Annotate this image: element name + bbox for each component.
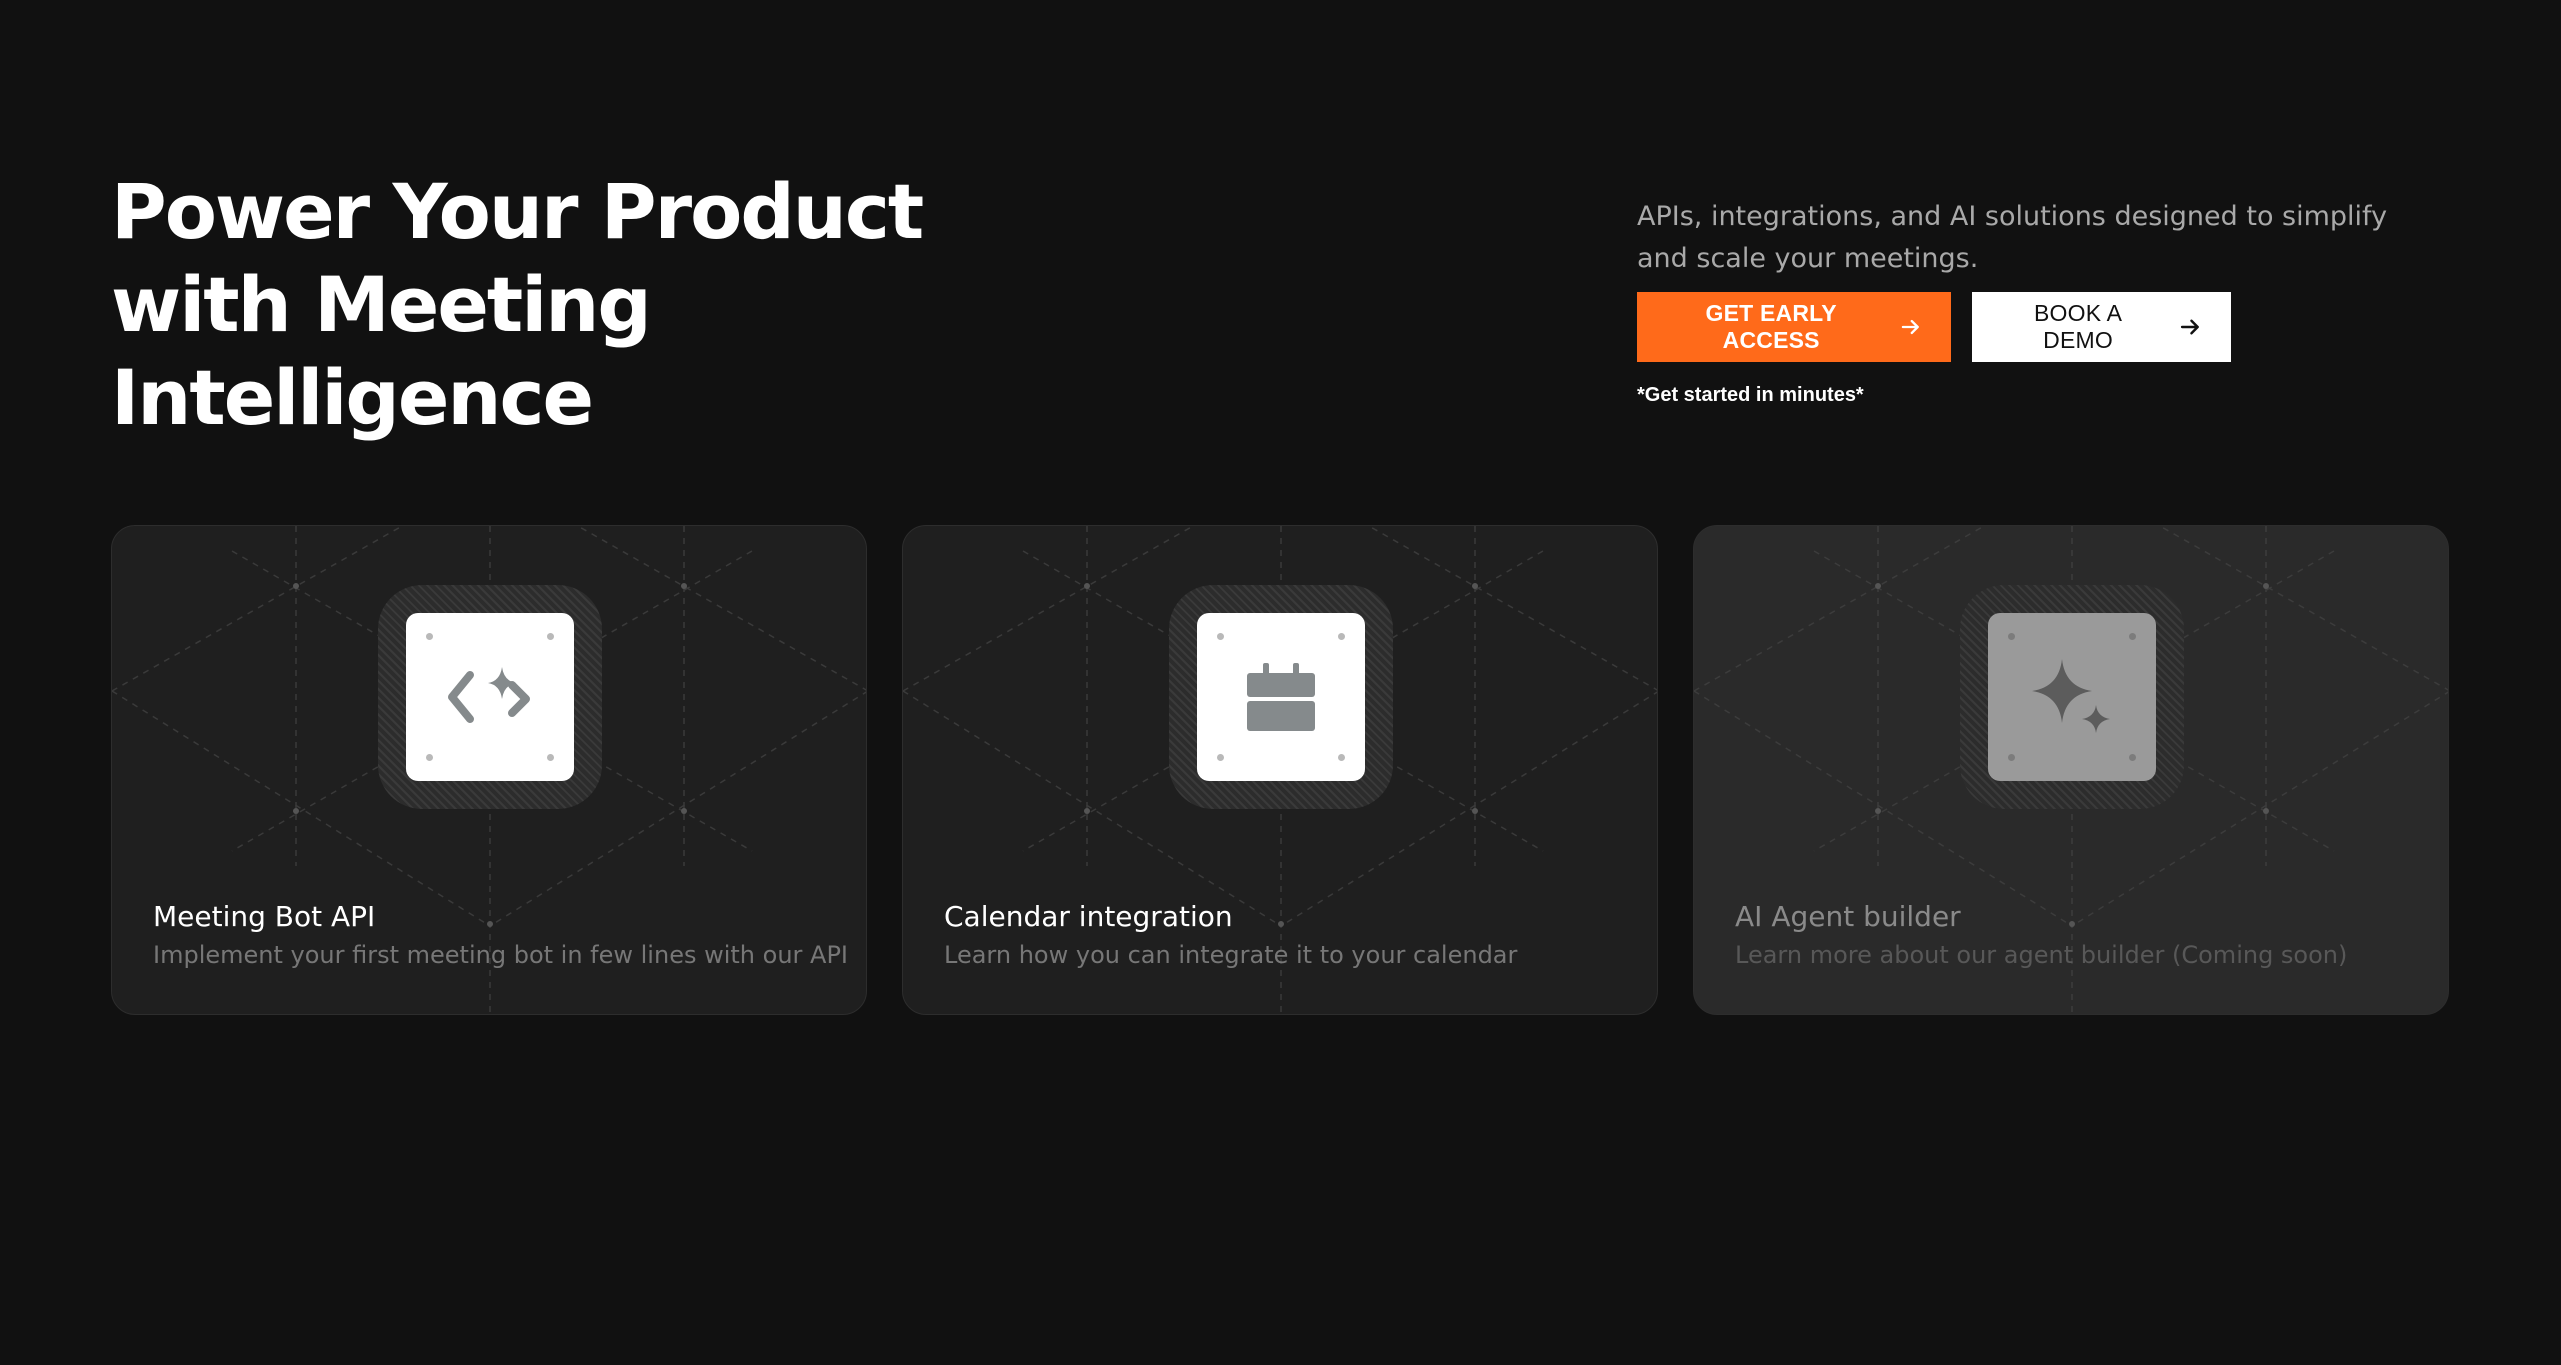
hero-subtitle: APIs, integrations, and AI solutions des… — [1637, 201, 2388, 274]
sparkles-icon — [2032, 659, 2110, 733]
tile-dot — [2129, 754, 2136, 761]
tile-dot — [1338, 754, 1345, 761]
tile-dot — [2008, 754, 2015, 761]
card-description: Learn more about our agent builder (Comi… — [1735, 941, 2348, 969]
tile-dot — [1217, 754, 1224, 761]
icon-frame — [1169, 585, 1393, 809]
tile-dot — [1217, 633, 1224, 640]
arrow-right-icon — [1902, 319, 1920, 335]
icon-frame — [1960, 585, 2184, 809]
arrow-right-icon — [2181, 319, 2200, 335]
card-meeting-bot-api[interactable]: Meeting Bot API Implement your first mee… — [111, 525, 867, 1015]
tile-dot — [2008, 633, 2015, 640]
hero-title-line: Intelligence — [111, 353, 594, 442]
icon-tile — [406, 613, 574, 781]
hero-title-line: with Meeting — [111, 260, 652, 349]
get-early-access-label: GET EARLY ACCESS — [1705, 300, 1837, 353]
calendar-icon — [1247, 663, 1315, 731]
tile-dot — [547, 633, 554, 640]
icon-tile — [1197, 613, 1365, 781]
card-description: Implement your first meeting bot in few … — [153, 941, 848, 969]
button-row: GET EARLY ACCESS BOOK A DEMO — [1637, 292, 2457, 362]
book-a-demo-label: BOOK A DEMO — [2034, 300, 2123, 353]
icon-tile — [1988, 613, 2156, 781]
get-early-access-button[interactable]: GET EARLY ACCESS — [1637, 292, 1951, 362]
hero-title-line: Power Your Product — [111, 167, 924, 256]
code-sparkle-icon — [448, 667, 530, 723]
hero-title: Power Your Product with Meeting Intellig… — [111, 165, 924, 444]
book-a-demo-button[interactable]: BOOK A DEMO — [1972, 292, 2231, 362]
card-title: Meeting Bot API — [153, 900, 376, 933]
tile-dot — [1338, 633, 1345, 640]
tile-dot — [547, 754, 554, 761]
card-calendar-integration[interactable]: Calendar integration Learn how you can i… — [902, 525, 1658, 1015]
tile-dot — [426, 633, 433, 640]
tile-dot — [426, 754, 433, 761]
hero-actions: APIs, integrations, and AI solutions des… — [1637, 196, 2457, 407]
icon-frame — [378, 585, 602, 809]
tile-dot — [2129, 633, 2136, 640]
card-title: Calendar integration — [944, 900, 1233, 933]
get-started-note: *Get started in minutes* — [1637, 384, 1864, 406]
card-description: Learn how you can integrate it to your c… — [944, 941, 1518, 969]
card-ai-agent-builder[interactable]: AI Agent builder Learn more about our ag… — [1693, 525, 2449, 1015]
card-title: AI Agent builder — [1735, 900, 1961, 933]
